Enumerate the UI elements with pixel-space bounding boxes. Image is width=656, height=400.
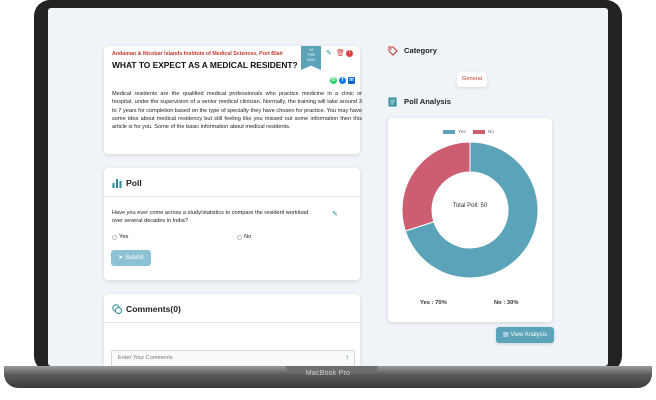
document-icon <box>388 97 397 107</box>
option-no-label: No <box>244 234 252 240</box>
app-screen: Andaman & Nicobar Islands Institute of M… <box>48 8 608 366</box>
date-badge: 14 FEB 2024 <box>301 46 321 70</box>
comment-icon <box>112 304 122 314</box>
comments-title: Comments(0) <box>126 304 181 314</box>
chart-icon: ▤ <box>503 332 509 338</box>
article-card: Andaman & Nicobar Islands Institute of M… <box>104 46 362 154</box>
category-title: Category <box>404 46 437 55</box>
report-icon[interactable]: ! <box>346 50 353 57</box>
delete-icon[interactable]: 🗑 <box>336 50 345 58</box>
poll-title: Poll <box>126 178 142 188</box>
poll-card: Poll Have you ever come across a study/s… <box>104 168 360 280</box>
send-icon: ➤ <box>118 255 124 261</box>
category-tag[interactable]: General <box>457 72 487 87</box>
institute-name[interactable]: Andaman & Nicobar Islands Institute of M… <box>112 51 283 57</box>
view-analysis-label: View Analysis <box>510 332 547 338</box>
comments-divider <box>104 322 360 323</box>
device-label: MacBook Pro <box>305 370 351 377</box>
linkedin-icon[interactable]: in <box>348 77 355 84</box>
yes-stat: Yes : 70% <box>420 300 447 306</box>
poll-divider <box>104 196 360 197</box>
send-arrow-icon[interactable]: ↑ <box>345 353 349 362</box>
poll-question: Have you ever come across a study/statis… <box>112 210 309 225</box>
submit-button[interactable]: ➤ Submit <box>111 250 151 266</box>
poll-analysis-card: Yes No Total Poll: 50 Yes : 70% No : 30% <box>388 118 552 322</box>
comment-input[interactable]: Enter Your Comments ↑ <box>111 350 355 366</box>
donut-center-label: Total Poll: 50 <box>452 203 488 209</box>
view-analysis-button[interactable]: ▤ View Analysis <box>496 327 554 343</box>
submit-label: Submit <box>125 255 144 261</box>
poll-donut-chart <box>401 141 539 279</box>
no-stat: No : 30% <box>494 300 519 306</box>
option-yes-label: Yes <box>119 234 129 240</box>
article-title: WHAT TO EXPECT AS A MEDICAL RESIDENT? <box>112 60 298 70</box>
date-year: 2024 <box>307 58 315 62</box>
donut-slice-no[interactable] <box>401 141 471 232</box>
radio-yes[interactable] <box>112 235 117 240</box>
whatsapp-icon[interactable]: ✆ <box>330 77 337 84</box>
bar-chart-icon <box>112 179 122 188</box>
radio-no[interactable] <box>237 235 242 240</box>
comments-card: Comments(0) Enter Your Comments ↑ <box>104 294 360 366</box>
poll-analysis-title: Poll Analysis <box>404 97 451 106</box>
comment-placeholder: Enter Your Comments <box>118 355 173 361</box>
tag-icon <box>388 46 398 56</box>
article-body: Medical residents are the qualified medi… <box>112 91 362 131</box>
edit-icon[interactable]: ✎ <box>326 50 332 58</box>
edit-icon[interactable]: ✎ <box>332 210 338 218</box>
facebook-icon[interactable]: f <box>339 77 346 84</box>
